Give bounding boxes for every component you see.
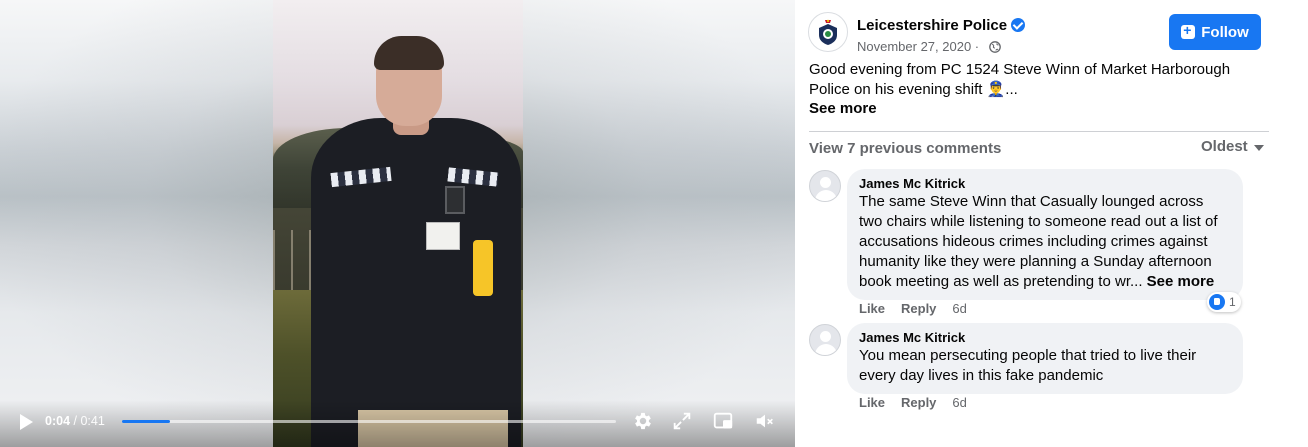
- post-see-more-link[interactable]: See more: [809, 100, 877, 117]
- comment-sort-dropdown[interactable]: Oldest: [1201, 138, 1264, 155]
- comment-line: two chairs while listening to someone re…: [859, 213, 1218, 230]
- comment-like-button[interactable]: Like: [859, 395, 885, 410]
- comment-bubble: James Mc Kitrick You mean persecuting pe…: [847, 323, 1243, 394]
- post-panel: Leicestershire Police November 27, 2020 …: [795, 0, 1308, 447]
- video-frame[interactable]: [273, 0, 523, 447]
- fullscreen-icon[interactable]: [671, 410, 693, 432]
- comment-text: The same Steve Winn that Casually lounge…: [859, 192, 1231, 292]
- page-avatar[interactable]: [808, 12, 848, 52]
- comment-sort-label: Oldest: [1201, 138, 1248, 155]
- comment-line-text: book meeting as well as pretending to wr…: [859, 273, 1143, 290]
- reaction-count: 1: [1229, 295, 1236, 309]
- comment-line: accusations hideous crimes including cri…: [859, 233, 1208, 250]
- comment-author[interactable]: James Mc Kitrick: [859, 330, 1231, 346]
- comment-reply-button[interactable]: Reply: [901, 395, 936, 410]
- verified-badge-icon: [1011, 18, 1025, 32]
- commenter-avatar[interactable]: [809, 170, 841, 202]
- post-date[interactable]: November 27, 2020 ·: [857, 39, 979, 54]
- comment-see-more-link[interactable]: See more: [1147, 273, 1215, 290]
- police-crest-icon: [816, 18, 840, 46]
- comment-bubble: James Mc Kitrick The same Steve Winn tha…: [847, 169, 1243, 300]
- progress-bar[interactable]: [122, 420, 616, 423]
- comment-age[interactable]: 6d: [952, 301, 966, 316]
- reaction-summary[interactable]: 1: [1207, 292, 1241, 312]
- follow-label: Follow: [1201, 23, 1249, 41]
- comment-actions: Like Reply 6d: [859, 301, 967, 316]
- duration: 0:41: [80, 414, 105, 428]
- comment-line: humanity like they were planning a Sunda…: [859, 253, 1212, 270]
- comment-line: The same Steve Winn that Casually lounge…: [859, 193, 1204, 210]
- play-icon[interactable]: [20, 414, 33, 430]
- like-reaction-icon: [1209, 294, 1225, 310]
- comment-reply-button[interactable]: Reply: [901, 301, 936, 316]
- comments-divider: [809, 131, 1269, 132]
- comment-actions: Like Reply 6d: [859, 395, 967, 410]
- video-player[interactable]: 0:04 / 0:41: [0, 0, 795, 447]
- comment-line: book meeting as well as pretending to wr…: [859, 272, 1231, 292]
- officer-radio: [473, 240, 493, 296]
- commenter-avatar[interactable]: [809, 324, 841, 356]
- page-name[interactable]: Leicestershire Police: [857, 17, 1007, 34]
- comment-author[interactable]: James Mc Kitrick: [859, 176, 1231, 192]
- officer-hair: [374, 36, 444, 70]
- comment-age[interactable]: 6d: [952, 395, 966, 410]
- progress-fill: [122, 420, 171, 423]
- post-text: Good evening from PC 1524 Steve Winn of …: [809, 60, 1279, 100]
- video-time: 0:04 / 0:41: [45, 414, 105, 428]
- officer-id-card: [426, 222, 460, 250]
- post-text-line: Police on his evening shift 👮‍♂️...: [809, 81, 1018, 98]
- view-previous-comments-link[interactable]: View 7 previous comments: [809, 140, 1001, 157]
- globe-icon: [989, 40, 1001, 53]
- comment-line: You mean persecuting people that tried t…: [859, 347, 1197, 364]
- officer-bodycam: [445, 186, 465, 214]
- comment-text: You mean persecuting people that tried t…: [859, 346, 1231, 386]
- chevron-down-icon: [1253, 144, 1264, 151]
- picture-in-picture-icon[interactable]: [712, 410, 734, 432]
- muted-volume-icon[interactable]: [754, 410, 776, 432]
- current-time: 0:04: [45, 414, 71, 428]
- time-separator: /: [73, 414, 77, 428]
- follow-button[interactable]: Follow: [1169, 14, 1261, 50]
- post-text-line: Good evening from PC 1524 Steve Winn of …: [809, 61, 1231, 78]
- settings-icon[interactable]: [632, 410, 654, 432]
- comment-line: every day lives in this fake pandemic: [859, 367, 1104, 384]
- follow-page-icon: [1181, 22, 1196, 39]
- comment-like-button[interactable]: Like: [859, 301, 885, 316]
